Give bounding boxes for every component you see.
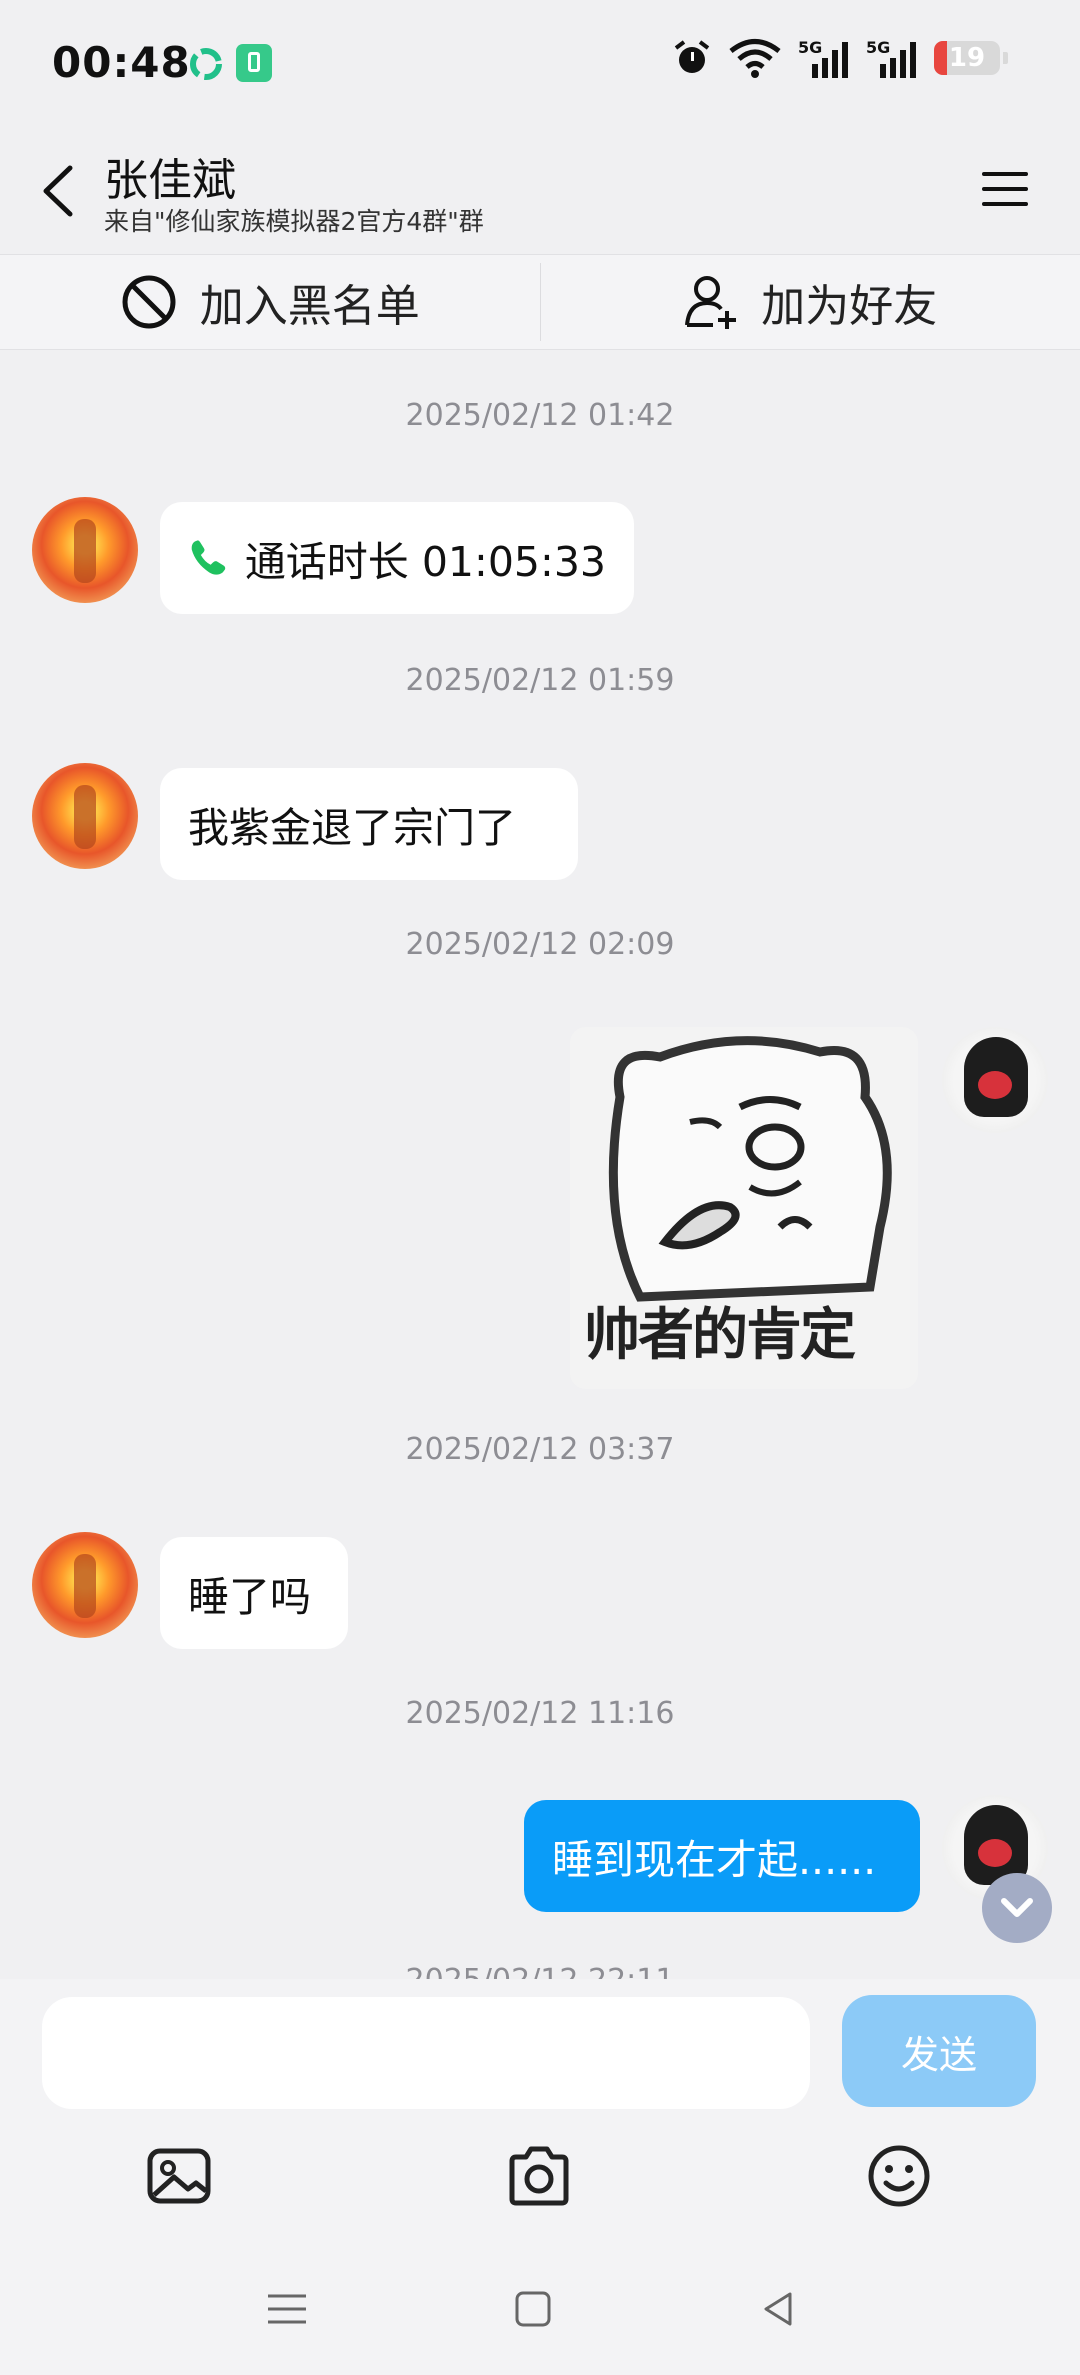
status-bar: 00:48 5G 5G 19 — [0, 0, 1080, 126]
send-button[interactable]: 发送 — [842, 1995, 1036, 2107]
timestamp: 2025/02/12 11:16 — [405, 1696, 675, 1731]
add-user-icon — [685, 276, 737, 329]
scroll-to-bottom-button[interactable] — [982, 1873, 1052, 1943]
wifi-icon — [729, 39, 781, 78]
emoji-icon[interactable] — [864, 2141, 934, 2211]
message-text: 我紫金退了宗门了 — [188, 804, 516, 852]
message-input[interactable] — [42, 1997, 810, 2109]
contact-avatar[interactable] — [32, 1532, 138, 1638]
alarm-icon — [674, 40, 710, 73]
menu-icon[interactable] — [978, 164, 1032, 214]
timestamp: 2025/02/12 03:37 — [405, 1432, 675, 1467]
status-time: 00:48 — [52, 38, 191, 87]
stranger-action-bar: 加入黑名单 加为好友 — [0, 254, 1080, 350]
nav-back-icon[interactable] — [754, 2284, 804, 2334]
battery-app-icon — [236, 44, 272, 82]
message-list[interactable]: 2025/02/12 01:42 通话时长 01:05:33 2025/02/1… — [0, 349, 1080, 1979]
battery-indicator: 19 — [934, 41, 1000, 75]
message-bubble-incoming[interactable]: 我紫金退了宗门了 — [160, 768, 578, 880]
contact-source: 来自"修仙家族模拟器2官方4群"群 — [104, 207, 484, 236]
image-icon[interactable] — [144, 2141, 214, 2211]
call-duration-text: 通话时长 01:05:33 — [244, 538, 606, 586]
sticker-message[interactable]: 帅者的肯定 — [570, 1027, 918, 1389]
blacklist-button[interactable]: 加入黑名单 — [0, 255, 540, 349]
signal-5g-icon-2: 5G — [866, 38, 918, 78]
system-nav-bar — [0, 2270, 1080, 2350]
contact-name: 张佳斌 — [104, 155, 236, 206]
timestamp: 2025/02/12 02:09 — [405, 927, 675, 962]
chat-header: 张佳斌 来自"修仙家族模拟器2官方4群"群 — [0, 126, 1080, 254]
timestamp: 2025/02/12 01:59 — [405, 663, 675, 698]
chevron-down-icon — [1001, 1898, 1033, 1917]
sticker-caption: 帅者的肯定 — [584, 1303, 856, 1368]
signal-5g-icon: 5G — [798, 38, 850, 78]
nav-menu-icon[interactable] — [262, 2284, 312, 2334]
blacklist-label: 加入黑名单 — [199, 281, 420, 332]
nav-home-icon[interactable] — [508, 2284, 558, 2334]
message-bubble-incoming[interactable]: 睡了吗 — [160, 1537, 348, 1649]
battery-cap — [1003, 52, 1008, 64]
phone-icon — [191, 540, 226, 575]
camera-icon[interactable] — [504, 2141, 574, 2211]
back-arrow-icon[interactable] — [34, 156, 84, 226]
add-friend-button[interactable]: 加为好友 — [541, 255, 1080, 349]
contact-avatar[interactable] — [32, 497, 138, 603]
message-bubble-outgoing[interactable]: 睡到现在才起...... — [524, 1800, 920, 1912]
message-text: 睡到现在才起...... — [552, 1836, 877, 1884]
contact-avatar[interactable] — [32, 763, 138, 869]
add-friend-label: 加为好友 — [761, 281, 938, 332]
call-duration-bubble[interactable]: 通话时长 01:05:33 — [160, 502, 634, 614]
my-avatar[interactable] — [942, 1027, 1048, 1133]
message-text: 睡了吗 — [188, 1573, 311, 1621]
timestamp-partial: 2025/02/12 22:11 — [0, 1963, 1080, 1979]
battery-percent: 19 — [948, 43, 986, 73]
sync-app-icon — [190, 48, 222, 80]
timestamp: 2025/02/12 01:42 — [405, 398, 675, 433]
block-icon — [122, 275, 176, 329]
